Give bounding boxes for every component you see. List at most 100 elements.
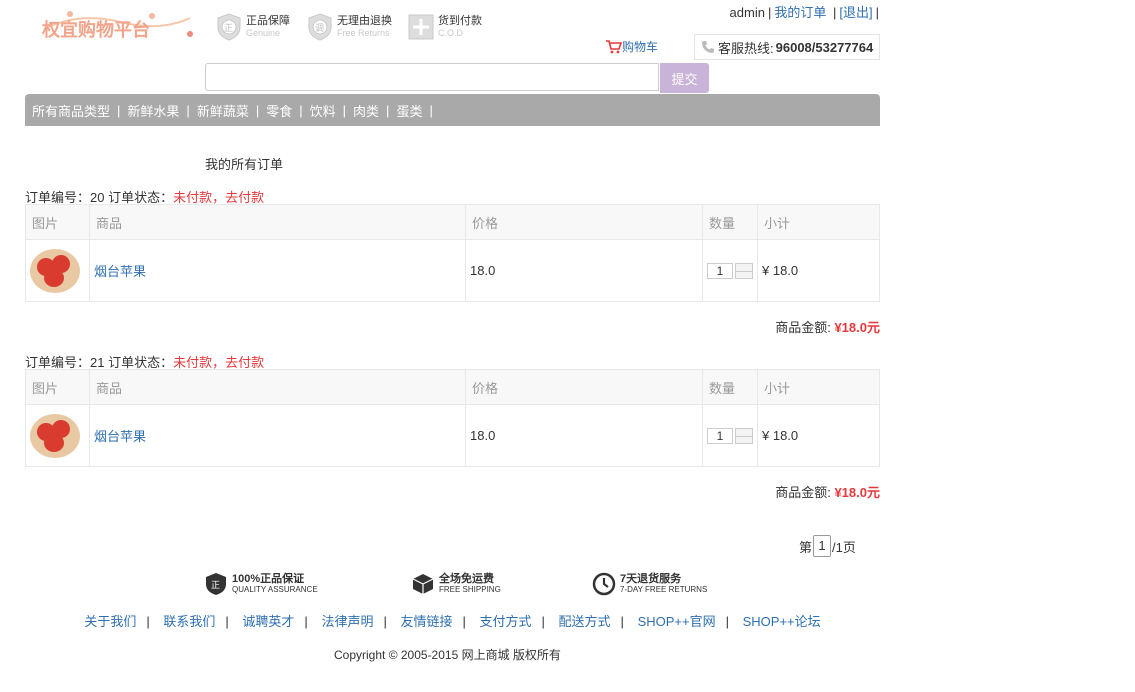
footer-link-payment[interactable]: 支付方式 (480, 614, 532, 629)
badge-cod: 货到付款 C.O.D (408, 12, 482, 42)
service-cn: 全场免运费 (439, 573, 494, 585)
col-qty: 数量 (702, 204, 758, 240)
my-orders-link[interactable]: 我的订单 (774, 5, 826, 20)
product-image[interactable] (30, 413, 80, 458)
col-product: 商品 (89, 369, 466, 405)
svg-text:正: 正 (224, 24, 233, 34)
cod-icon (408, 14, 434, 40)
col-price: 价格 (465, 204, 703, 240)
service-cn: 100%正品保证 (232, 573, 305, 585)
pay-link[interactable]: 未付款，去付款 (173, 355, 264, 370)
service-returns: 7天退货服务 7-DAY FREE RETURNS (592, 572, 707, 596)
product-link[interactable]: 烟台苹果 (94, 429, 146, 444)
product-image-cell (25, 404, 90, 467)
pager-prefix: 第 (799, 539, 813, 555)
service-en: 7-DAY FREE RETURNS (620, 585, 708, 594)
nav-item-drinks[interactable]: 饮料 (303, 101, 343, 120)
price-cell: 18.0 (465, 404, 703, 467)
genuine-icon: 正 (217, 13, 241, 41)
qty-cell: 1 (702, 239, 758, 302)
quantity-stepper[interactable] (735, 427, 753, 444)
col-subtotal: 小计 (757, 369, 880, 405)
footer-link-official[interactable]: SHOP++官网 (638, 614, 716, 629)
badge-genuine: 正 正品保障 Genuine (216, 12, 290, 42)
logout-link[interactable]: [退出] (839, 5, 872, 20)
cart-link[interactable]: 购物车 (606, 38, 658, 55)
pagination: 第 1/1页 (799, 535, 856, 557)
badge-cn: 无理由退换 (337, 15, 392, 27)
pay-link[interactable]: 未付款，去付款 (173, 190, 264, 205)
badge-cn: 正品保障 (246, 15, 290, 27)
user-bar: admin | 我的订单 | [退出] | (729, 5, 879, 20)
footer-link-jobs[interactable]: 诚聘英才 (242, 614, 294, 629)
footer-link-about[interactable]: 关于我们 (84, 614, 136, 629)
nav-item-eggs[interactable]: 蛋类 (389, 101, 429, 120)
logo-text: 权宜购物平台 (41, 19, 150, 41)
quantity-field[interactable]: 1 (707, 427, 733, 444)
footer-link-legal[interactable]: 法律声明 (321, 614, 373, 629)
returns-icon: 调 (308, 13, 332, 41)
table-row: 烟台苹果 18.0 1 ¥ 18.0 (25, 404, 880, 467)
hotline-label: 客服热线: (718, 40, 774, 56)
search-input[interactable] (205, 63, 659, 91)
col-product: 商品 (89, 204, 466, 240)
subtotal-cell: ¥ 18.0 (757, 404, 880, 467)
order-total: 商品金额: ¥18.0元 (775, 317, 880, 336)
table-header-row: 图片 商品 价格 数量 小计 (25, 369, 880, 405)
total-label: 商品金额: (775, 485, 831, 500)
username: admin (729, 5, 765, 20)
product-image[interactable] (30, 248, 80, 293)
order-table: 图片 商品 价格 数量 小计 烟台苹果 18.0 1 ¥ 18.0 (25, 204, 880, 302)
order-table: 图片 商品 价格 数量 小计 烟台苹果 18.0 1 ¥ 18.0 (25, 369, 880, 467)
table-row: 烟台苹果 18.0 1 ¥ 18.0 (25, 239, 880, 302)
footer-link-delivery[interactable]: 配送方式 (559, 614, 611, 629)
footer-link-contact[interactable]: 联系我们 (163, 614, 215, 629)
quantity-stepper[interactable] (735, 262, 753, 279)
footer-links: 关于我们 | 联系我们 | 诚聘英才 | 法律声明 | 友情链接 | 支付方式 | 配送方式… (84, 614, 821, 629)
product-image-cell (25, 239, 90, 302)
clock-icon (592, 572, 616, 596)
hotline-number: 96008/53277764 (775, 39, 874, 55)
nav-item-all[interactable]: 所有商品类型 (25, 101, 117, 120)
subtotal-cell: ¥ 18.0 (757, 239, 880, 302)
qty-cell: 1 (702, 404, 758, 467)
badge-en: C.O.D (438, 28, 464, 38)
quantity-field[interactable]: 1 (707, 262, 733, 279)
total-amount: ¥18.0元 (834, 485, 880, 500)
svg-text:调: 调 (315, 23, 324, 34)
phone-icon (702, 41, 714, 53)
badge-cn: 货到付款 (438, 15, 482, 27)
total-label: 商品金额: (775, 320, 831, 335)
site-logo[interactable]: 权宜购物平台 (40, 8, 200, 46)
product-link[interactable]: 烟台苹果 (94, 264, 146, 279)
order-id: 订单编号：20 订单状态： (25, 190, 174, 205)
nav-item-fruit[interactable]: 新鲜水果 (120, 101, 186, 120)
nav-item-meat[interactable]: 肉类 (346, 101, 386, 120)
footer-link-forum[interactable]: SHOP++论坛 (743, 614, 821, 629)
pager-suffix: /1页 (832, 539, 856, 555)
footer-link-friends[interactable]: 友情链接 (400, 614, 452, 629)
page-number-input[interactable]: 1 (813, 535, 832, 557)
order-total: 商品金额: ¥18.0元 (775, 482, 880, 501)
page-title: 我的所有订单 (205, 157, 284, 172)
col-image: 图片 (25, 369, 90, 405)
badge-en: Free Returns (337, 28, 390, 38)
hotline: 客服热线: 96008/53277764 (694, 34, 880, 60)
cart-label: 购物车 (622, 40, 659, 54)
total-amount: ¥18.0元 (834, 320, 880, 335)
nav-item-snacks[interactable]: 零食 (259, 101, 299, 120)
submit-button[interactable]: 提交 (660, 63, 709, 93)
service-en: QUALITY ASSURANCE (232, 585, 318, 594)
category-nav: 所有商品类型 | 新鲜水果 | 新鲜蔬菜 | 零食 | 饮料 | 肉类 | 蛋类 | (25, 94, 880, 126)
service-quality: 正 100%正品保证 QUALITY ASSURANCE (204, 572, 318, 596)
nav-item-vegetables[interactable]: 新鲜蔬菜 (190, 101, 256, 120)
quality-shield-icon: 正 (206, 573, 226, 595)
price-cell: 18.0 (465, 239, 703, 302)
badge-returns: 调 无理由退换 Free Returns (307, 12, 392, 42)
shipping-box-icon (412, 574, 434, 594)
copyright: Copyright © 2005-2015 网上商城 版权所有 (334, 648, 561, 662)
svg-text:正: 正 (211, 581, 220, 591)
service-en: FREE SHIPPING (439, 585, 501, 594)
col-price: 价格 (465, 369, 703, 405)
cart-icon (606, 39, 622, 53)
